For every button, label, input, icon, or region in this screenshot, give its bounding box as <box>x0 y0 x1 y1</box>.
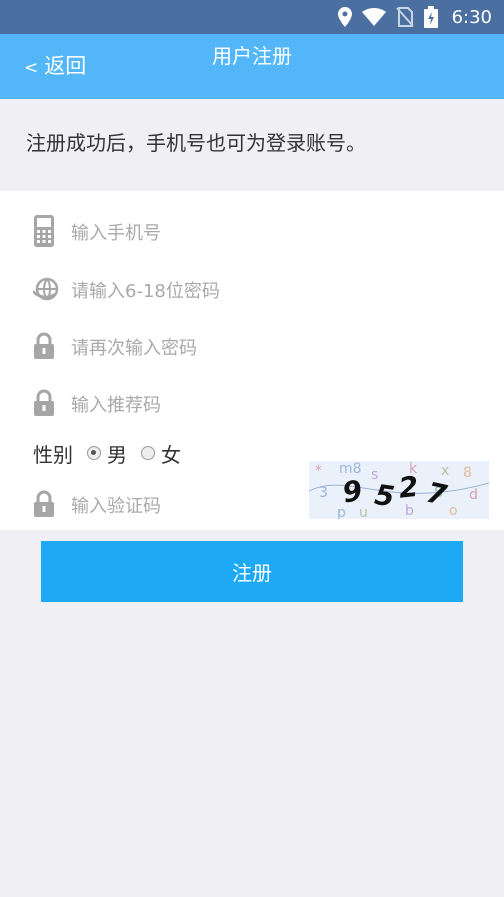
confirm-password-input[interactable] <box>71 326 301 370</box>
svg-text:2: 2 <box>397 470 420 505</box>
register-form: 性别 男 女 * <box>0 191 504 530</box>
status-icons: 6:30 <box>337 0 492 34</box>
lock-icon <box>33 490 55 522</box>
phone-field-row <box>0 211 504 255</box>
battery-charging-icon <box>423 6 438 28</box>
captcha-image[interactable]: * m8 s k x 8 3 S d p u b o 9 5 2 7 <box>309 461 489 519</box>
gender-label: 性别 <box>33 442 73 467</box>
svg-text:3: 3 <box>319 485 328 501</box>
lock-icon <box>33 332 55 364</box>
referral-field-row <box>0 383 504 427</box>
location-icon <box>337 7 352 27</box>
register-screen: 6:30 < 返回 用户注册 注册成功后，手机号也可为登录账号。 输入手机号 输… <box>0 0 504 897</box>
svg-text:5: 5 <box>373 478 397 513</box>
svg-text:x: x <box>441 463 449 479</box>
no-sim-icon <box>395 7 414 27</box>
register-button[interactable]: 注册 <box>41 541 463 602</box>
svg-text:7: 7 <box>424 476 450 512</box>
svg-text:d: d <box>469 487 478 503</box>
radio-female[interactable] <box>141 446 155 460</box>
captcha-input[interactable] <box>71 484 301 528</box>
radio-male[interactable] <box>87 446 101 460</box>
globe-icon <box>31 277 59 305</box>
svg-text:o: o <box>449 503 458 519</box>
svg-text:u: u <box>359 505 368 519</box>
gender-male-label: 男 <box>107 442 127 467</box>
phone-input[interactable] <box>71 211 301 255</box>
register-hint: 注册成功后，手机号也可为登录账号。 <box>26 131 366 155</box>
phone-icon <box>33 214 55 252</box>
referral-input[interactable] <box>71 383 301 427</box>
password-input[interactable] <box>71 269 301 313</box>
gender-option-female[interactable]: 女 <box>141 439 181 468</box>
page-title: 用户注册 <box>212 44 292 68</box>
svg-text:*: * <box>315 463 322 479</box>
title-bar: < 返回 用户注册 <box>0 34 504 99</box>
confirm-password-field-row <box>0 326 504 370</box>
gender-row: 性别 男 女 <box>33 438 195 468</box>
svg-text:8: 8 <box>463 465 472 481</box>
wifi-icon <box>361 8 386 26</box>
gender-option-male[interactable]: 男 <box>87 439 127 468</box>
lock-icon <box>33 389 55 421</box>
svg-text:b: b <box>405 503 414 519</box>
password-field-row <box>0 269 504 313</box>
status-bar: 6:30 <box>0 0 504 34</box>
gender-female-label: 女 <box>161 442 181 467</box>
status-time: 6:30 <box>451 6 492 28</box>
